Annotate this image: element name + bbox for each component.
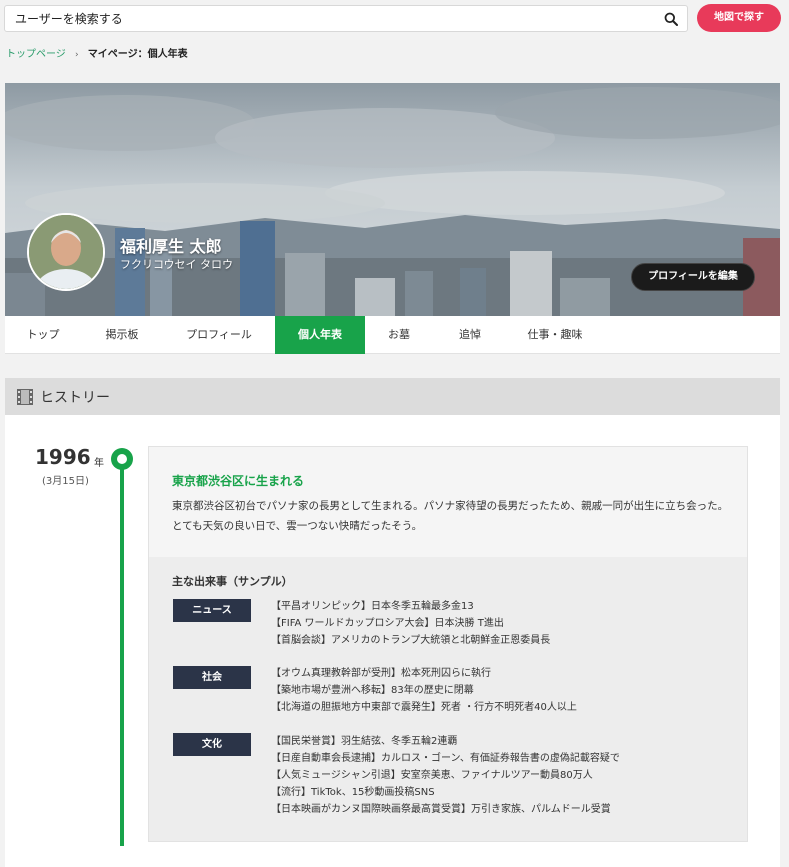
search-input[interactable] xyxy=(5,6,655,31)
list-item: 【流行】TikTok、15秒動画投稿SNS xyxy=(271,787,435,798)
timeline-dot xyxy=(111,448,133,470)
profile-name: 福利厚生 太郎 xyxy=(120,237,222,256)
film-strip-icon xyxy=(17,389,33,405)
breadcrumb: トップページ › マイページ：個人年表 xyxy=(6,47,188,63)
history-panel: ヒストリー 1996 年 (3月15日) 東京都渋谷区に生まれる 東京都渋谷区初… xyxy=(5,378,780,867)
list-item: 【築地市場が豊洲へ移転】83年の歴史に閉幕 xyxy=(271,685,474,696)
list-item: 【平昌オリンピック】日本冬季五輪最多金13 xyxy=(271,601,474,612)
culture-list: 【国民栄誉賞】羽生結弦、冬季五輪2連覇 【日産自動車会長逮捕】カルロス・ゴーン、… xyxy=(271,733,620,818)
list-item: 【FIFA ワールドカップロシア大会】日本決勝 T進出 xyxy=(271,618,504,629)
tab-board[interactable]: 掲示板 xyxy=(81,316,163,354)
search-icon[interactable] xyxy=(664,12,678,26)
history-header: ヒストリー xyxy=(5,378,780,415)
category-badge-culture: 文化 xyxy=(173,733,251,756)
list-item: 【日本映画がカンヌ国際映画祭最高賞受賞】万引き家族、パルムドール受賞 xyxy=(271,804,611,815)
list-item: 【首脳会談】アメリカのトランプ大統領と北朝鮮金正恩委員長 xyxy=(271,635,551,646)
timeline-year-unit: 年 xyxy=(94,458,104,469)
top-bar: 地図で探す xyxy=(0,0,789,40)
event-title: 東京都渋谷区に生まれる xyxy=(172,474,305,488)
history-title: ヒストリー xyxy=(40,390,110,406)
profile-kana: フクリコウセイ タロウ xyxy=(120,258,234,271)
breadcrumb-separator: › xyxy=(75,50,79,60)
tab-memorial[interactable]: 追悼 xyxy=(433,316,507,354)
category-badge-society: 社会 xyxy=(173,666,251,689)
timeline-event-card: 東京都渋谷区に生まれる 東京都渋谷区初台でパソナ家の長男として生まれる。パソナ家… xyxy=(148,446,748,842)
tab-profile[interactable]: プロフィール xyxy=(163,316,275,354)
breadcrumb-current: マイページ：個人年表 xyxy=(87,49,188,60)
list-item: 【日産自動車会長逮捕】カルロス・ゴーン、有価証券報告書の虚偽記載容疑で xyxy=(271,753,620,764)
list-item: 【人気ミュージシャン引退】安室奈美恵、ファイナルツアー動員80万人 xyxy=(271,770,593,781)
tab-timeline[interactable]: 個人年表 xyxy=(275,316,365,354)
map-search-button[interactable]: 地図で探す xyxy=(697,4,781,32)
society-list: 【オウム真理教幹部が受刑】松本死刑囚らに執行 【築地市場が豊洲へ移転】83年の歴… xyxy=(271,665,577,716)
profile-tabs: トップ 掲示板 プロフィール 個人年表 お墓 追悼 仕事・趣味 xyxy=(5,316,780,354)
edit-profile-button[interactable]: プロフィールを編集 xyxy=(631,263,755,291)
tab-top[interactable]: トップ xyxy=(5,316,81,354)
event-description: 東京都渋谷区初台でパソナ家の長男として生まれる。パソナ家待望の長男だったため、親… xyxy=(172,500,729,532)
avatar xyxy=(27,213,105,291)
search-box[interactable] xyxy=(4,5,688,32)
list-item: 【国民栄誉賞】羽生結弦、冬季五輪2連覇 xyxy=(271,736,458,747)
tab-grave[interactable]: お墓 xyxy=(365,316,433,354)
timeline-year: 1996 xyxy=(35,445,91,469)
news-list: 【平昌オリンピック】日本冬季五輪最多金13 【FIFA ワールドカップロシア大会… xyxy=(271,598,550,649)
category-badge-news: ニュース xyxy=(173,599,251,622)
major-events-title: 主な出来事（サンプル） xyxy=(172,575,293,588)
timeline-date: (3月15日) xyxy=(42,476,89,487)
list-item: 【北海道の胆振地方中東部で震発生】死者 ・行方不明死者40人以上 xyxy=(271,702,577,713)
tab-work-hobby[interactable]: 仕事・趣味 xyxy=(507,316,603,354)
event-summary: 東京都渋谷区に生まれる 東京都渋谷区初台でパソナ家の長男として生まれる。パソナ家… xyxy=(149,447,747,557)
profile-cover: 福利厚生 太郎 フクリコウセイ タロウ プロフィールを編集 xyxy=(5,83,780,316)
list-item: 【オウム真理教幹部が受刑】松本死刑囚らに執行 xyxy=(271,668,491,679)
timeline-line xyxy=(120,458,124,846)
breadcrumb-home-link[interactable]: トップページ xyxy=(6,49,66,60)
